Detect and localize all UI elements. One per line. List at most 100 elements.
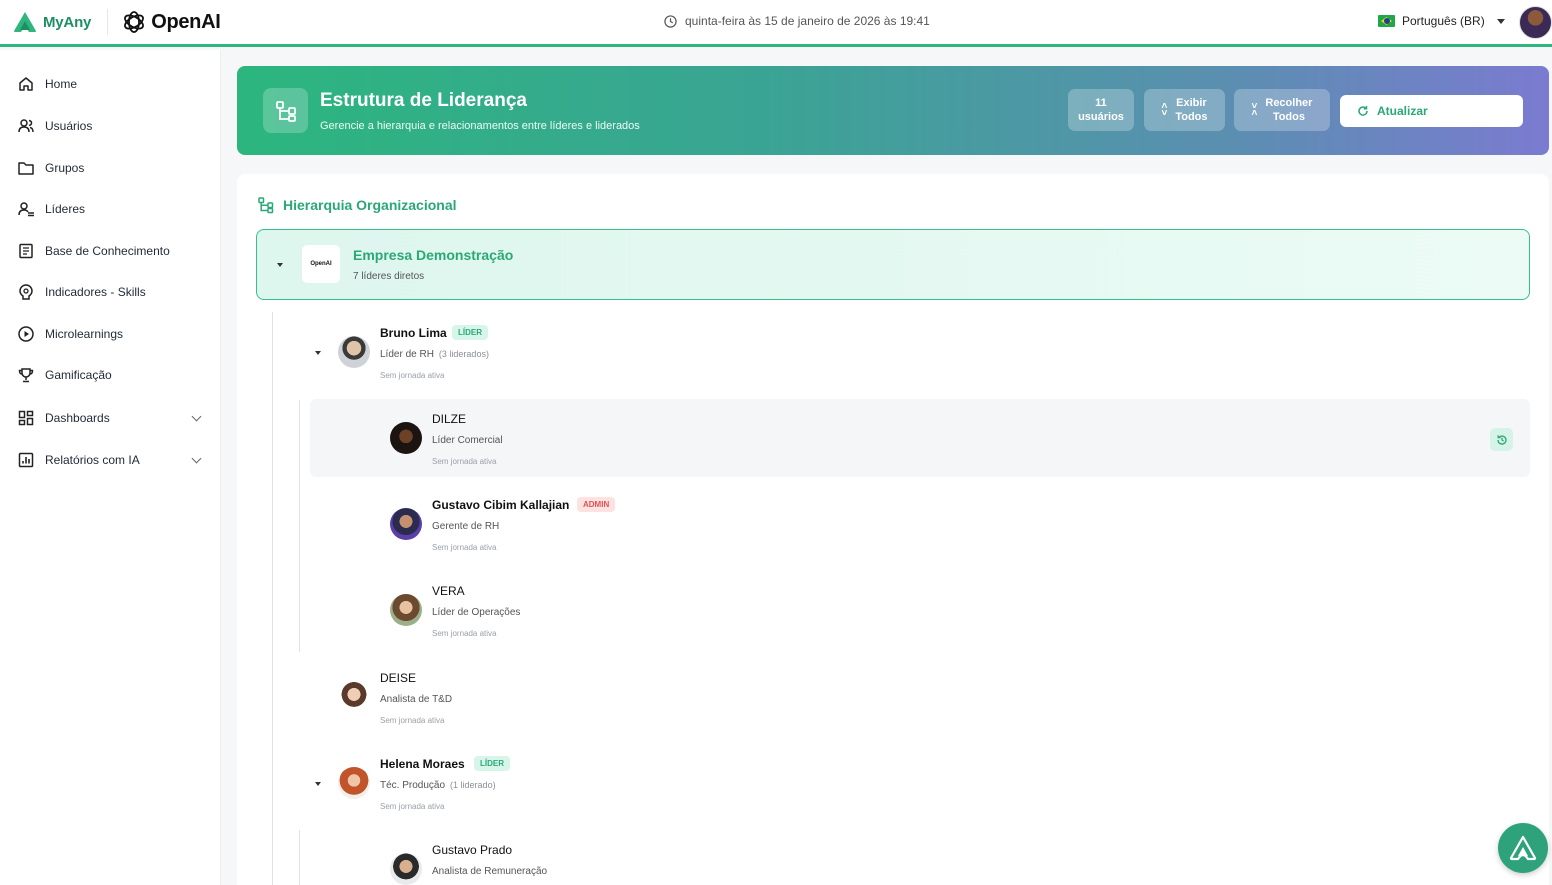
page-title: Estrutura de Liderança — [320, 90, 527, 111]
avatar — [338, 767, 370, 799]
journey-status: Sem jornada ativa — [380, 716, 445, 725]
person-name: DEISE — [380, 671, 417, 685]
openai-wordmark: OpenAI — [151, 10, 221, 33]
sidebar-item-ai-reports[interactable]: Relatórios com IA — [17, 449, 203, 471]
clock-icon — [664, 14, 677, 28]
list-item[interactable]: Bruno Lima LÍDER Líder de RH (3 liderados… — [315, 324, 715, 394]
person-name: Gustavo Prado — [432, 843, 513, 857]
hierarchy-icon — [258, 197, 274, 214]
sidebar-item-groups[interactable]: Grupos — [17, 157, 203, 179]
expand-all-button[interactable]: ˄ ˅ Exibir Todos — [1144, 89, 1225, 131]
history-button[interactable] — [1490, 428, 1513, 451]
sidebar-item-label: Indicadores - Skills — [45, 285, 146, 299]
brand: MyAny OpenAI — [0, 0, 221, 44]
collapse-toggle-icon[interactable] — [315, 351, 321, 355]
home-icon — [19, 77, 33, 91]
leadership-header: Estrutura de Liderança Gerencie a hierar… — [237, 66, 1549, 155]
leader-badge: LÍDER — [452, 325, 488, 340]
refresh-button[interactable]: Atualizar — [1340, 95, 1523, 127]
brazil-flag-icon — [1378, 15, 1395, 27]
list-item[interactable]: VERA Líder de Operações Sem jornada ativ… — [389, 582, 789, 652]
hierarchy-panel: Hierarquia Organizacional OpenAI Empresa… — [237, 174, 1549, 885]
person-name: Gustavo Cibim Kallajian — [432, 498, 570, 512]
company-node[interactable]: OpenAI Empresa Demonstração 7 líderes di… — [256, 229, 1530, 300]
avatar — [390, 594, 422, 626]
expand-icon: ˄ ˅ — [1161, 101, 1168, 119]
hierarchy-icon — [263, 88, 308, 133]
datetime-text: quinta-feira às 15 de janeiro de 2026 às… — [685, 14, 930, 28]
person-name: Bruno Lima — [380, 326, 447, 340]
assistant-fab-button[interactable] — [1498, 823, 1548, 873]
sidebar-item-dashboards[interactable]: Dashboards — [17, 407, 203, 429]
chevron-down-icon — [191, 411, 202, 422]
person-role: Gerente de RH — [432, 521, 500, 532]
person-role: Analista de T&D — [380, 694, 453, 705]
sidebar-item-label: Dashboards — [45, 411, 110, 425]
company-name: Empresa Demonstração — [353, 247, 514, 263]
refresh-icon — [1358, 106, 1368, 116]
sidebar-item-leaders[interactable]: Líderes — [17, 198, 203, 220]
expand-all-label: Exibir Todos — [1175, 97, 1208, 123]
tree-line — [299, 400, 300, 652]
indicator-icon — [19, 284, 33, 300]
sidebar-item-label: Gamificação — [45, 368, 112, 382]
sidebar-item-home[interactable]: Home — [17, 73, 203, 95]
person-role: Líder de RH (3 liderados) — [380, 349, 489, 360]
refresh-label: Atualizar — [1377, 104, 1428, 118]
collapse-toggle-icon[interactable] — [315, 782, 321, 786]
list-item[interactable]: DILZE Líder Comercial Sem jornada ativa — [389, 410, 789, 480]
folder-icon — [18, 162, 34, 175]
myany-logo-icon — [14, 12, 36, 32]
sidebar: Home Usuários Grupos Líderes Base de Con… — [0, 50, 221, 885]
caret-down-icon — [1496, 18, 1505, 24]
person-name: DILZE — [432, 412, 467, 426]
person-role: Téc. Produção (1 liderado) — [380, 780, 496, 791]
brand-divider — [107, 9, 109, 35]
language-label: Português (BR) — [1402, 14, 1485, 28]
myany-wordmark: MyAny — [43, 13, 92, 31]
history-icon — [1496, 434, 1507, 445]
collapse-all-button[interactable]: ˅ ˄ Recolher Todos — [1234, 89, 1330, 131]
openai-logo-link[interactable]: OpenAI — [121, 9, 221, 35]
admin-badge: ADMIN — [577, 497, 616, 512]
sidebar-item-knowledge-base[interactable]: Base de Conhecimento — [17, 240, 203, 262]
journey-status: Sem jornada ativa — [432, 543, 497, 552]
user-count-number: 11 — [1095, 97, 1107, 109]
leader-badge: LÍDER — [474, 756, 510, 771]
sidebar-item-microlearnings[interactable]: Microlearnings — [17, 323, 203, 345]
chevron-down-icon — [191, 453, 202, 464]
sidebar-item-label: Relatórios com IA — [45, 453, 140, 467]
list-item[interactable]: Gustavo Cibim Kallajian ADMIN Gerente de… — [389, 496, 789, 566]
sidebar-item-indicators[interactable]: Indicadores - Skills — [17, 281, 203, 303]
collapse-icon: ˅ ˄ — [1251, 101, 1258, 119]
sidebar-item-label: Home — [45, 77, 78, 91]
sidebar-item-label: Microlearnings — [45, 327, 124, 341]
tree-line — [299, 830, 300, 885]
company-logo: OpenAI — [302, 245, 340, 283]
myany-logo-link[interactable]: MyAny — [13, 11, 91, 33]
company-logo-text: OpenAI — [310, 261, 332, 267]
person-name: Helena Moraes — [380, 757, 465, 771]
sidebar-item-label: Base de Conhecimento — [45, 244, 170, 258]
sidebar-item-gamification[interactable]: Gamificação — [17, 364, 203, 386]
trophy-icon — [18, 368, 34, 383]
list-item[interactable]: Gustavo Prado Analista de Remuneração — [389, 841, 789, 885]
company-direct-leaders: 7 líderes diretos — [353, 271, 425, 282]
avatar — [338, 681, 370, 713]
collapse-all-label: Recolher Todos — [1265, 97, 1313, 123]
user-avatar[interactable] — [1519, 6, 1552, 39]
journey-status: Sem jornada ativa — [432, 629, 497, 638]
language-selector[interactable]: Português (BR) — [1378, 14, 1505, 28]
sidebar-item-users[interactable]: Usuários — [17, 115, 203, 137]
person-role: Analista de Remuneração — [432, 866, 548, 877]
avatar — [390, 508, 422, 540]
list-item[interactable]: Helena Moraes LÍDER Téc. Produção (1 lide… — [315, 755, 715, 825]
collapse-toggle-icon[interactable] — [277, 263, 283, 267]
myany-assistant-icon — [1509, 835, 1537, 861]
play-icon — [18, 326, 34, 342]
list-item[interactable]: DEISE Analista de T&D Sem jornada ativa — [337, 669, 737, 739]
journey-status: Sem jornada ativa — [380, 802, 445, 811]
leader-icon — [18, 202, 34, 217]
sidebar-item-label: Usuários — [45, 119, 93, 133]
user-count-label: usuários — [1078, 111, 1124, 123]
